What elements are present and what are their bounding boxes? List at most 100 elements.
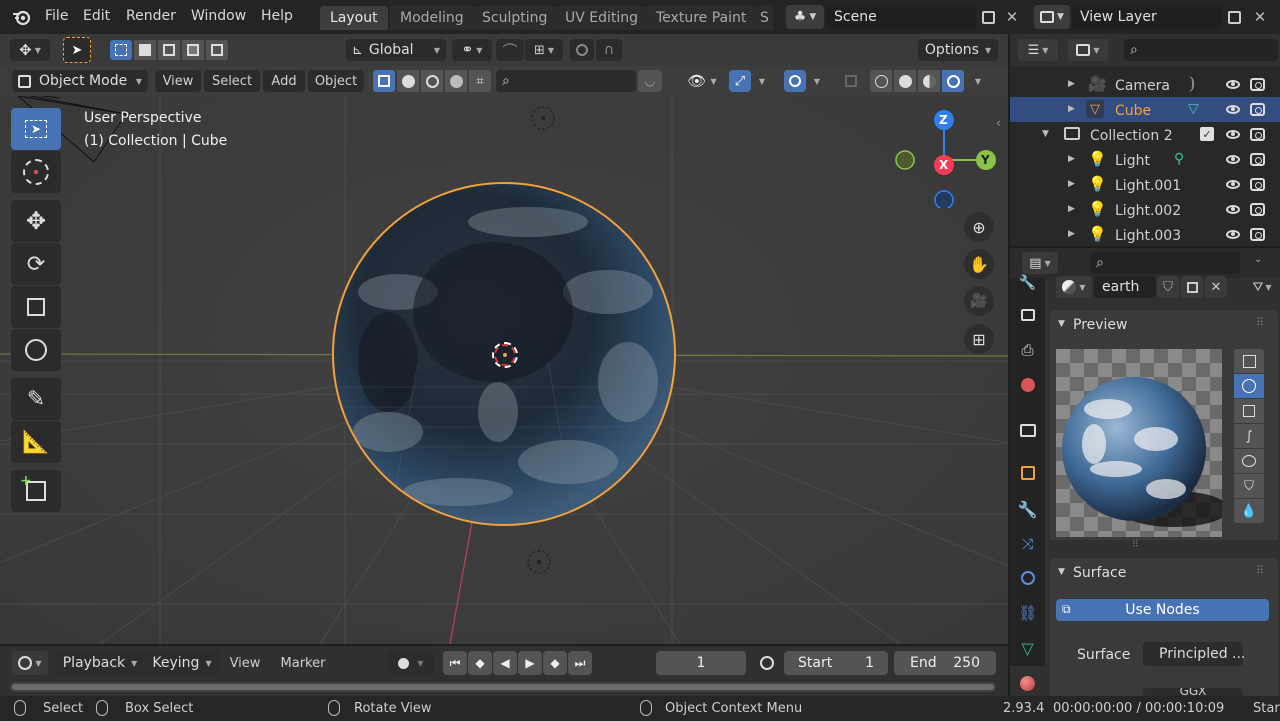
scale-tool[interactable]: [11, 286, 61, 328]
copy-view-layer-icon[interactable]: [1224, 5, 1244, 29]
mesh-filter-icon[interactable]: [373, 70, 395, 92]
select-tool-icon[interactable]: ➤: [63, 37, 91, 63]
material-tab-icon[interactable]: [1010, 666, 1045, 700]
unlink-material-icon[interactable]: ✕: [1205, 276, 1227, 298]
visibility-button[interactable]: 👁 ▼: [682, 70, 722, 92]
move-tool[interactable]: ✥: [11, 200, 61, 242]
end-frame-field[interactable]: End 250: [894, 651, 996, 675]
menu-edit[interactable]: Edit: [83, 8, 110, 24]
prev-keyframe-icon[interactable]: ◆: [468, 651, 492, 675]
menu-select[interactable]: Select: [204, 70, 260, 92]
outliner-row-collection-2[interactable]: ▼ Collection 2 ✓: [1010, 122, 1280, 147]
timeline-view-menu[interactable]: View: [222, 651, 268, 675]
outliner-row-light[interactable]: ▶ 💡 Light ⚲: [1010, 147, 1280, 172]
3d-cursor-icon[interactable]: [489, 339, 521, 371]
stopwatch-icon[interactable]: [754, 651, 780, 675]
eye-icon[interactable]: [1226, 105, 1240, 114]
resize-handle-icon[interactable]: ⠿: [1132, 540, 1139, 550]
fake-user-shield-icon[interactable]: ⛉: [1157, 276, 1179, 298]
overlays-toggle-icon[interactable]: [784, 70, 806, 92]
scene-selector-button[interactable]: ♣ ▼: [786, 5, 824, 29]
start-frame-field[interactable]: Start 1: [784, 651, 888, 675]
camera-view-icon[interactable]: 🎥: [964, 286, 994, 316]
menu-render[interactable]: Render: [126, 8, 176, 24]
world-tab-icon[interactable]: [1010, 368, 1045, 402]
display-mode-button[interactable]: ▼: [1068, 39, 1108, 61]
zoom-icon[interactable]: ⊕: [964, 212, 994, 242]
tab-uv-editing[interactable]: UV Editing: [555, 6, 649, 30]
solid-shading-icon[interactable]: [894, 70, 916, 92]
eye-icon[interactable]: [1226, 205, 1240, 214]
hair-preview-icon[interactable]: ∫: [1234, 424, 1264, 448]
editor-type-button[interactable]: ✥ ▼: [10, 39, 50, 61]
properties-search-input[interactable]: ⌕: [1090, 252, 1240, 274]
shading-filter-icon[interactable]: [421, 70, 443, 92]
lattice-filter-icon[interactable]: ⌗: [469, 70, 491, 92]
outliner-row-light-002[interactable]: ▶ 💡 Light.002: [1010, 197, 1280, 222]
play-reverse-icon[interactable]: ◀: [493, 651, 517, 675]
copy-scene-icon[interactable]: [978, 5, 998, 29]
close-icon[interactable]: ✕: [1250, 5, 1270, 29]
cloth-preview-icon[interactable]: ⛉: [1234, 474, 1264, 498]
preview-panel-header[interactable]: ▼ Preview ⠿: [1050, 310, 1278, 340]
menu-window[interactable]: Window: [191, 8, 246, 24]
menu-view[interactable]: View: [155, 70, 201, 92]
menu-file[interactable]: File: [45, 8, 68, 24]
object-tab-icon[interactable]: [1010, 456, 1045, 490]
eye-icon[interactable]: [1226, 80, 1240, 89]
physics-tab-icon[interactable]: [1010, 561, 1045, 595]
keying-menu[interactable]: Keying ▼: [145, 651, 219, 675]
chevron-down-icon[interactable]: ▼: [968, 70, 988, 92]
view-layer-selector-button[interactable]: ▼: [1034, 5, 1070, 29]
snap-target-button[interactable]: ⊞ ▼: [525, 39, 563, 61]
camera-render-icon[interactable]: [1250, 78, 1265, 91]
tab-sculpting[interactable]: Sculpting: [472, 6, 558, 30]
playback-menu[interactable]: Playback ▼: [57, 651, 143, 675]
cursor-tool[interactable]: [11, 151, 61, 193]
distribution-dropdown-partial[interactable]: GGX: [1143, 688, 1243, 696]
modifier-tab-icon[interactable]: 🔧: [1010, 492, 1045, 526]
surface-panel-header[interactable]: ▼ Surface ⠿: [1050, 558, 1278, 588]
3d-viewport[interactable]: ✥ ▼ ➤ ⊾ Global ▼ ⚭ ▼ ⌒ ⊞ ▼ ∩ Options ▼ Object …: [0, 34, 1008, 644]
surface-shader-dropdown[interactable]: Principled ...: [1143, 642, 1245, 666]
menu-add[interactable]: Add: [263, 70, 305, 92]
menu-object[interactable]: Object: [308, 70, 364, 92]
world-filter-icon[interactable]: [445, 70, 467, 92]
timeline-editor-type-button[interactable]: ▼: [12, 651, 48, 675]
chevron-down-icon[interactable]: ▼: [753, 70, 771, 92]
collapse-arrow-icon[interactable]: ▼: [1042, 129, 1049, 139]
close-icon[interactable]: ✕: [1002, 5, 1022, 29]
drag-handle-icon[interactable]: ⠿: [1256, 564, 1264, 577]
proportional-edit-icon[interactable]: [570, 39, 594, 61]
material-name-field[interactable]: earth: [1094, 276, 1156, 298]
options-dropdown[interactable]: Options ▼: [918, 39, 998, 61]
output-tab-icon[interactable]: ⎙: [1010, 333, 1045, 367]
gizmo-toggle-icon[interactable]: ⤢: [729, 70, 751, 92]
material-filter-icon[interactable]: [397, 70, 419, 92]
material-browse-button[interactable]: ▼: [1056, 276, 1092, 298]
eye-icon[interactable]: [1226, 155, 1240, 164]
scene-name-field[interactable]: Scene: [826, 5, 976, 29]
checkbox-icon[interactable]: ✓: [1200, 127, 1214, 141]
auto-keying-button[interactable]: ▼: [388, 651, 434, 675]
pivot-point-button[interactable]: ⚭ ▼: [452, 39, 492, 61]
eye-icon[interactable]: [1226, 180, 1240, 189]
curve-toggle-icon[interactable]: ◡: [638, 70, 662, 92]
tab-modeling[interactable]: Modeling: [390, 6, 474, 30]
rendered-shading-icon[interactable]: [942, 70, 964, 92]
measure-tool[interactable]: 📐: [11, 421, 61, 463]
duplicate-material-icon[interactable]: [1181, 276, 1203, 298]
select-new-icon[interactable]: [110, 40, 132, 60]
plane-preview-icon[interactable]: [1234, 349, 1264, 373]
sphere-preview-icon[interactable]: [1234, 374, 1264, 398]
xray-toggle-icon[interactable]: [840, 70, 862, 92]
camera-render-icon[interactable]: [1250, 203, 1265, 216]
select-box-tool[interactable]: ➤: [11, 108, 61, 150]
tab-texture-paint[interactable]: Texture Paint: [646, 6, 757, 30]
outliner-editor-type-button[interactable]: ☰ ▼: [1018, 39, 1058, 61]
select-extend-icon[interactable]: [134, 40, 156, 60]
eye-icon[interactable]: [1226, 230, 1240, 239]
expand-arrow-icon[interactable]: ▶: [1068, 204, 1075, 214]
render-tab-icon[interactable]: [1010, 298, 1045, 332]
constraints-tab-icon[interactable]: ⛓: [1010, 596, 1045, 630]
